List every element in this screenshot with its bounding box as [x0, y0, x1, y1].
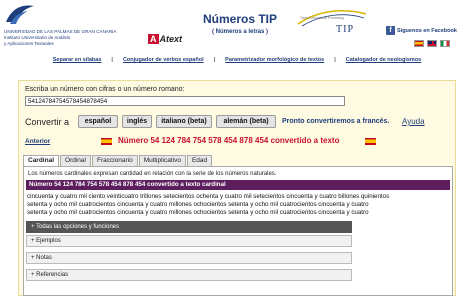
university-name-line: UNIVERSIDAD DE LAS PALMAS DE GRAN CANARI… — [4, 29, 117, 34]
nav-link-neologisms[interactable]: Catalogador de neologismos — [346, 57, 421, 67]
page-subtitle: ( Números a letras ) — [211, 29, 269, 35]
cardinal-panel: Los números cardinales expresan cantidad… — [23, 166, 453, 296]
previous-link[interactable]: Anterior — [25, 138, 50, 145]
number-input[interactable] — [25, 96, 345, 106]
spanish-flag-icon — [101, 138, 112, 145]
uk-flag-icon[interactable] — [427, 40, 437, 47]
tab-fraccionario[interactable]: Fraccionario — [91, 155, 138, 166]
spanish-flag-icon — [365, 138, 376, 145]
ulpgc-emblem-icon — [6, 5, 34, 24]
german-button[interactable]: alemán (beta) — [216, 115, 276, 128]
tip-tagline: Tools & Information Processing — [300, 16, 344, 20]
tab-ordinal[interactable]: Ordinal — [60, 155, 91, 166]
references-section[interactable]: + Referencias — [26, 269, 352, 281]
atext-logo-text: Atext — [159, 34, 183, 44]
result-title-bar: Número 54 124 784 754 578 454 878 454 co… — [26, 180, 450, 190]
result-heading: Número 54 124 784 754 578 454 878 454 co… — [118, 136, 340, 145]
nav-separator: | — [334, 57, 336, 63]
es-flag-icon[interactable] — [414, 40, 424, 47]
result-text-line: setenta y ocho mil cuatrocientos cincuen… — [27, 201, 369, 208]
facebook-link[interactable]: f Síguenos en Facebook — [386, 26, 457, 35]
top-navigation: Separar en sílabas | Conjugador de verbo… — [0, 57, 474, 67]
tip-logo[interactable]: TIP — [336, 24, 354, 35]
convert-label: Convertir a — [25, 117, 70, 127]
header: UNIVERSIDAD DE LAS PALMAS DE GRAN CANARI… — [0, 0, 474, 52]
converter-form: Escriba un número con cifras o un número… — [18, 80, 456, 296]
tab-cardinal[interactable]: Cardinal — [23, 155, 60, 166]
result-tabs: Cardinal Ordinal Fraccionario Multiplica… — [23, 155, 213, 166]
result-text-line: setenta y ocho mil cuatrocientos cincuen… — [27, 209, 369, 216]
nav-link-syllables[interactable]: Separar en sílabas — [53, 57, 102, 67]
page-title: Números TIP — [202, 12, 277, 26]
nav-separator: | — [111, 57, 113, 63]
atext-mark-icon: A — [148, 34, 159, 44]
facebook-icon: f — [386, 26, 395, 35]
language-switcher — [414, 40, 450, 47]
institute-name-line: Instituto Universitario de Análisis — [4, 35, 71, 40]
italian-button[interactable]: italiano (beta) — [156, 115, 212, 128]
institute-name-line: y Aplicaciones Textuales — [4, 41, 54, 46]
notes-section[interactable]: + Notas — [26, 252, 352, 264]
help-link[interactable]: Ayuda — [402, 117, 425, 126]
it-flag-icon[interactable] — [440, 40, 450, 47]
spanish-button[interactable]: español — [78, 115, 118, 128]
examples-section[interactable]: + Ejemplos — [26, 235, 352, 247]
tab-multiplicativo[interactable]: Multiplicativo — [138, 155, 186, 166]
ulpgc-logo[interactable]: UNIVERSIDAD DE LAS PALMAS DE GRAN CANARI… — [4, 2, 122, 50]
coming-soon-note: Pronto convertiremos a francés. — [282, 118, 390, 125]
tip-swoosh-icon — [297, 10, 367, 27]
nav-separator: | — [213, 57, 216, 63]
tab-edad[interactable]: Edad — [186, 155, 213, 166]
panel-description: Los números cardinales expresan cantidad… — [28, 171, 277, 177]
facebook-label: Síguenos en Facebook — [397, 27, 457, 34]
number-prompt: Escriba un número con cifras o un número… — [25, 86, 185, 93]
result-text-line: cincuenta y cuatro mil ciento veinticuat… — [27, 193, 390, 200]
nav-link-conjugator[interactable]: Conjugador de verbos español — [123, 57, 204, 67]
atext-logo[interactable]: A Atext — [148, 34, 182, 44]
english-button[interactable]: inglés — [122, 115, 152, 128]
nav-link-morphological-parametrizer[interactable]: Parametrizador morfológico de textos — [225, 57, 324, 67]
all-options-section[interactable]: + Todas las opciones y funciones — [26, 221, 352, 233]
